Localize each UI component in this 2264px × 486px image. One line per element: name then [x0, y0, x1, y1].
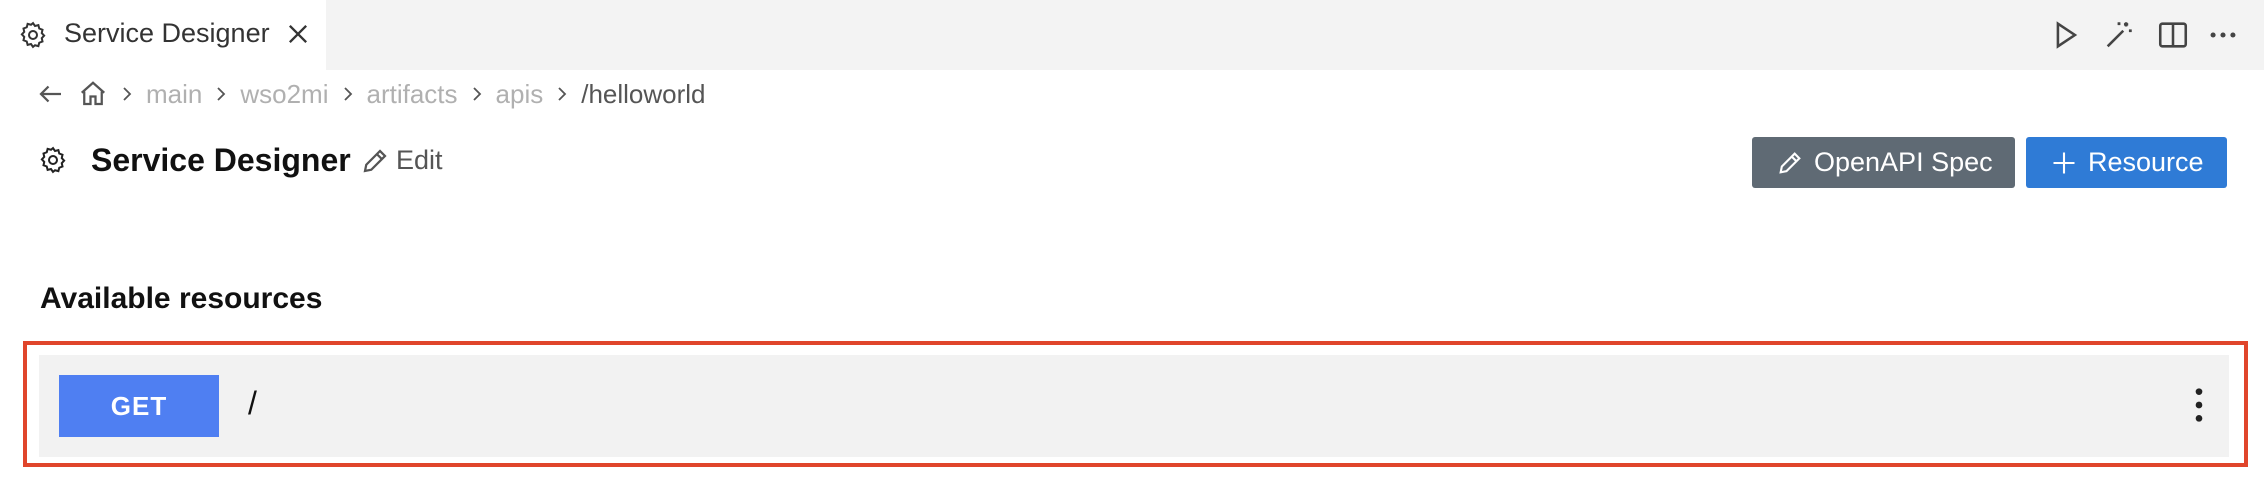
resource-row[interactable]: GET /: [39, 355, 2229, 457]
breadcrumb-item-helloworld: /helloworld: [581, 78, 706, 109]
breadcrumb-item-wso2mi[interactable]: wso2mi: [240, 79, 328, 110]
breadcrumb-item-artifacts[interactable]: artifacts: [367, 79, 458, 110]
page-title: Service Designer: [91, 142, 351, 178]
more-actions-icon[interactable]: [2206, 18, 2240, 52]
method-badge: GET: [59, 375, 219, 437]
run-icon[interactable]: [2048, 18, 2082, 52]
breadcrumb-item-apis[interactable]: apis: [496, 79, 544, 110]
edit-button[interactable]: Edit: [360, 145, 443, 176]
resource-path: /: [248, 385, 257, 421]
chevron-right-icon: [343, 87, 352, 101]
section-title: Available resources: [40, 282, 323, 315]
add-resource-button[interactable]: Resource: [2026, 137, 2227, 188]
openapi-spec-button[interactable]: OpenAPI Spec: [1752, 137, 2015, 188]
kebab-menu-icon[interactable]: [2189, 385, 2209, 425]
pencil-icon: [1779, 151, 1801, 174]
breadcrumb: main wso2mi artifacts apis /helloworld: [36, 74, 706, 114]
edit-label: Edit: [396, 145, 443, 175]
split-editor-icon[interactable]: [2156, 18, 2190, 52]
chevron-right-icon: [217, 87, 226, 101]
chevron-right-icon: [558, 87, 567, 101]
arrow-left-icon[interactable]: [36, 79, 66, 109]
chevron-right-icon: [472, 87, 481, 101]
openapi-spec-label: OpenAPI Spec: [1814, 147, 1993, 177]
chevron-right-icon: [123, 87, 132, 101]
home-icon[interactable]: [78, 79, 108, 109]
gear-icon: [20, 21, 46, 49]
pencil-icon: [363, 148, 387, 172]
magic-wand-icon[interactable]: [2102, 18, 2136, 52]
close-icon[interactable]: [284, 20, 312, 48]
tab-label: Service Designer: [64, 18, 270, 48]
resource-label: Resource: [2088, 147, 2204, 177]
editor-tab-bar: Service Designer: [0, 0, 2264, 70]
gear-icon: [40, 146, 66, 174]
tab-service-designer[interactable]: Service Designer: [0, 0, 326, 70]
breadcrumb-item-main[interactable]: main: [146, 79, 202, 110]
plus-icon: [2053, 152, 2075, 173]
